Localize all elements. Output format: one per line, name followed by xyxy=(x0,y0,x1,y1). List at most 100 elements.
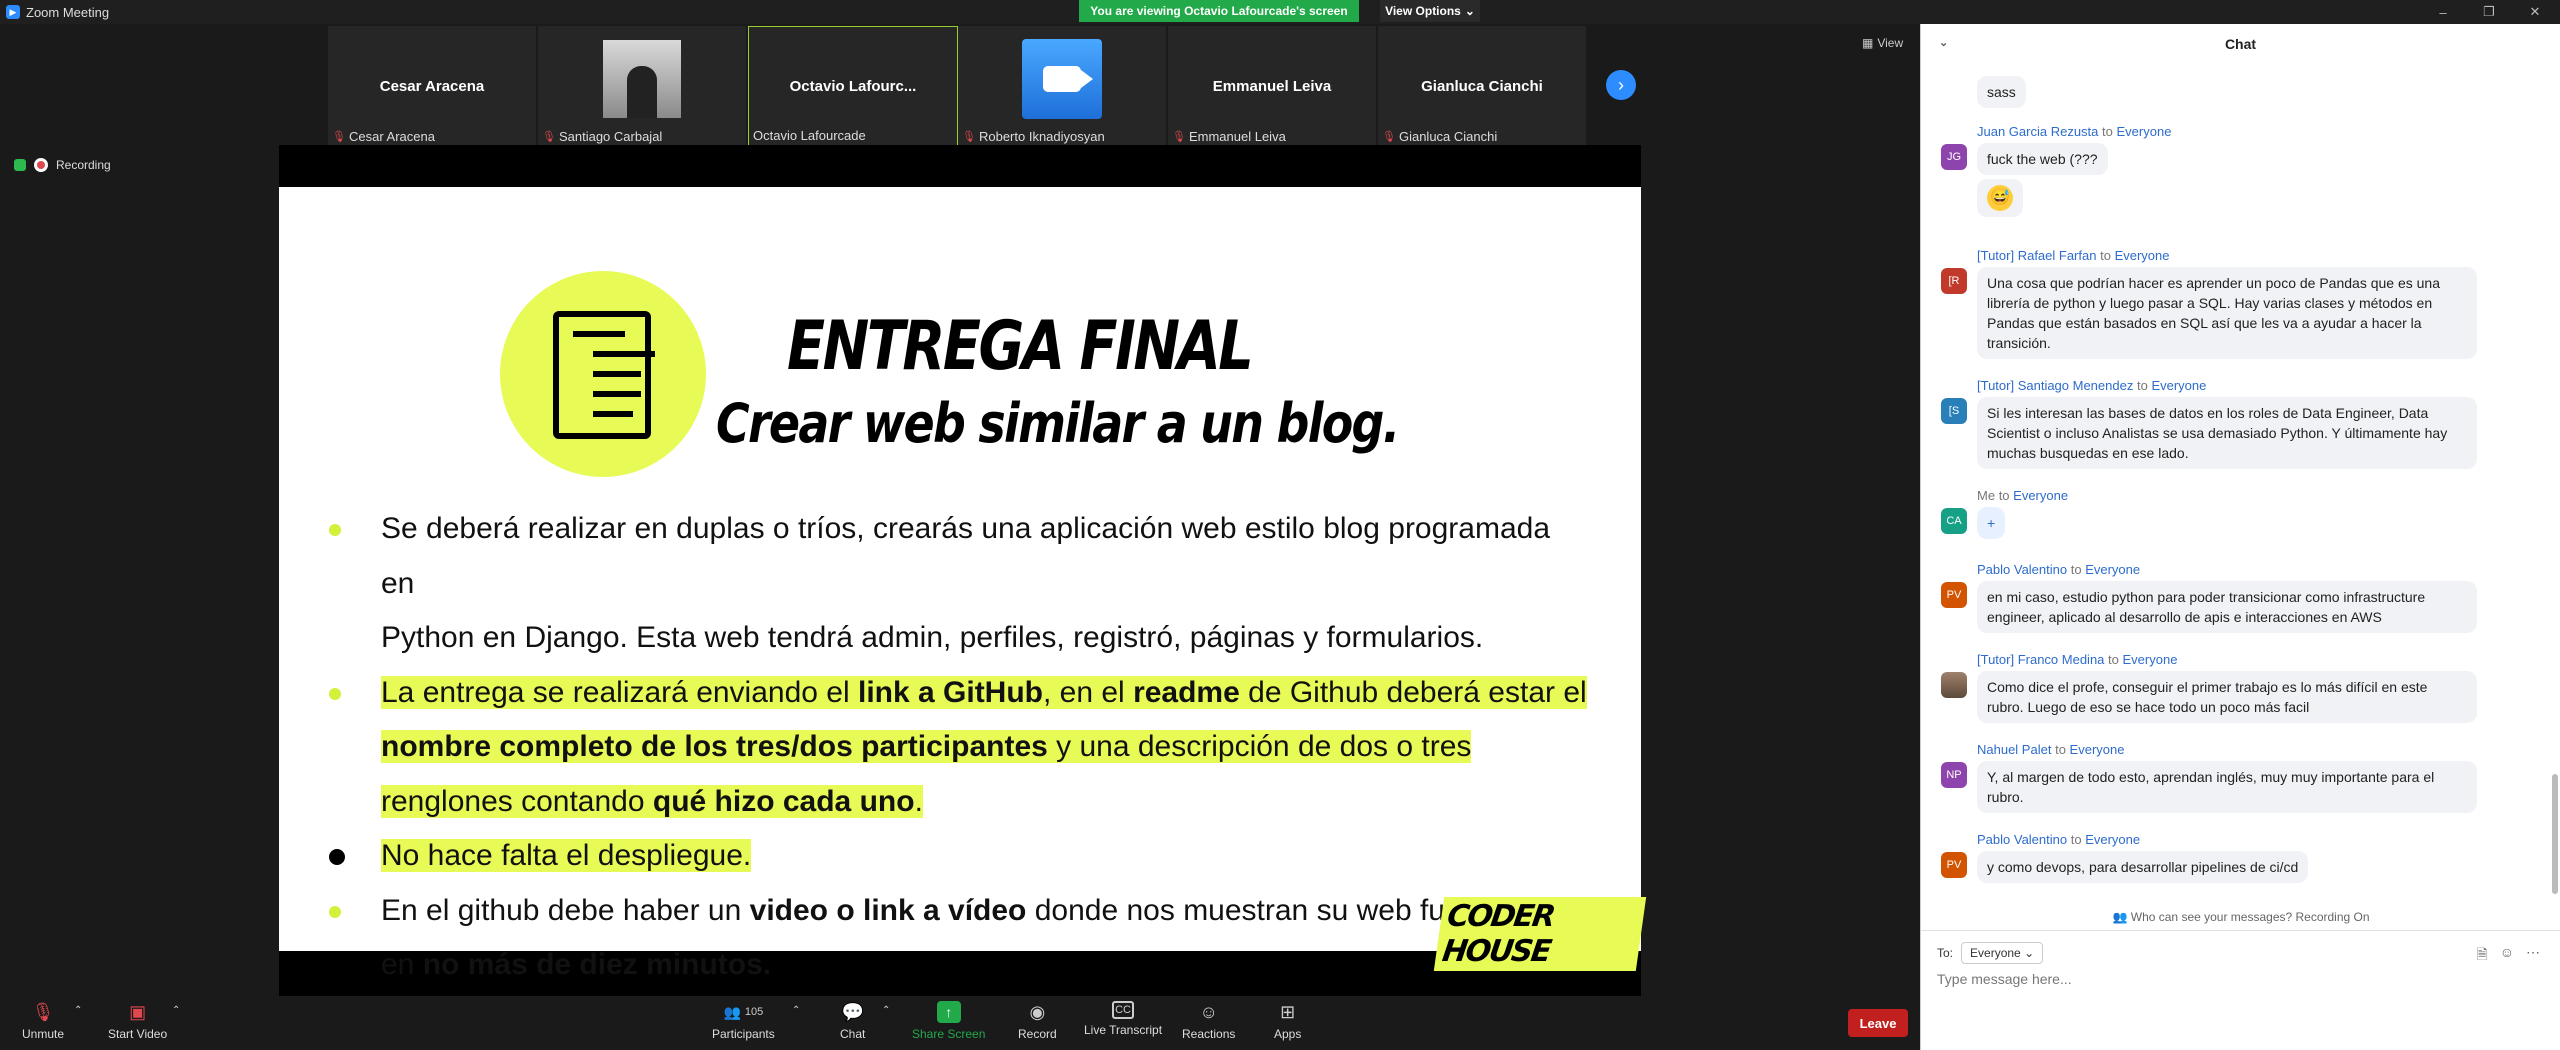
chat-message: Pablo Valentino to Everyone PV en mi cas… xyxy=(1937,562,2537,633)
unmute-button[interactable]: 🎙 Unmute xyxy=(22,1001,65,1042)
record-button[interactable]: ◉ Record xyxy=(1018,1001,1057,1042)
bullet-text: La entrega se realizará enviando el xyxy=(381,675,858,709)
more-icon[interactable]: ⋯ xyxy=(2526,944,2540,968)
participant-label: 🎙 Cesar Aracena xyxy=(332,129,435,144)
participant-tile-active[interactable]: Octavio Lafourc... Octavio Lafourcade xyxy=(748,26,958,146)
chevron-down-icon: ⌄ xyxy=(2024,946,2035,960)
to-word: to xyxy=(2070,832,2082,847)
to-word: to xyxy=(2108,652,2119,667)
avatar: [S xyxy=(1941,398,1967,424)
live-transcript-label: Live Transcript xyxy=(1084,1023,1163,1037)
message-sender: Juan Garcia Rezusta to Everyone xyxy=(1977,124,2537,139)
record-icon: ◉ xyxy=(1029,1001,1046,1022)
mic-muted-icon: 🎙 xyxy=(31,1001,55,1022)
chat-tools: 🗎 ☺ ⋯ xyxy=(2476,944,2540,968)
to-word: to xyxy=(1998,488,2010,503)
shared-screen: ENTREGA FINAL Crear web similar a un blo… xyxy=(279,145,1647,996)
restore-icon[interactable]: ❐ xyxy=(2466,0,2512,24)
unmute-label: Unmute xyxy=(22,1027,65,1041)
to-word: to xyxy=(2100,248,2111,263)
live-transcript-button[interactable]: CC Live Transcript xyxy=(1084,1001,1162,1037)
participant-name: Roberto Iknadiyosyan xyxy=(978,129,1105,144)
participant-tile[interactable]: Gianluca Cianchi 🎙 Gianluca Cianchi xyxy=(1378,26,1588,146)
avatar: NP xyxy=(1941,762,1967,788)
message-sender: Pablo Valentino to Everyone xyxy=(1977,562,2537,577)
participant-tile[interactable]: Cesar Aracena 🎙 Cesar Aracena xyxy=(328,26,538,146)
bullet-text: , en el xyxy=(1043,675,1134,709)
sender-name: Pablo Valentino xyxy=(1977,562,2068,577)
message-text: fuck the web (??? xyxy=(1977,143,2108,175)
recipient: Everyone xyxy=(2069,742,2125,757)
message-sender: Nahuel Palet to Everyone xyxy=(1977,742,2537,757)
participants-button[interactable]: 👥 105 Participants xyxy=(712,1001,775,1042)
bullet-text: renglones contando xyxy=(381,784,653,818)
chat-header: ⌄ Chat xyxy=(1921,24,2560,64)
view-label: View xyxy=(1877,36,1904,50)
participant-tile-name: Cesar Aracena xyxy=(379,77,485,95)
chevron-down-icon: ⌄ xyxy=(1464,4,1475,18)
share-screen-label: Share Screen xyxy=(912,1027,986,1041)
avatar: JG xyxy=(1941,144,1967,170)
emoji-icon[interactable]: ☺ xyxy=(2500,944,2514,968)
avatar: PV xyxy=(1941,582,1967,608)
mic-muted-icon: 🎙 xyxy=(332,131,346,143)
chevron-up-icon[interactable]: ⌃ xyxy=(74,1005,82,1016)
chevron-down-icon[interactable]: ⌄ xyxy=(1939,36,1948,49)
chat-messages: sass Juan Garcia Rezusta to Everyone JG … xyxy=(1921,64,2560,924)
view-button[interactable]: ▦ View xyxy=(1862,36,1903,50)
start-video-button[interactable]: ▣ Start Video xyxy=(108,1001,167,1042)
grinning-sweat-emoji-icon: 😅 xyxy=(1987,185,2013,211)
bullet-text: En el github debe haber un xyxy=(381,893,750,927)
participant-tile[interactable]: Emmanuel Leiva 🎙 Emmanuel Leiva xyxy=(1168,26,1378,146)
presentation-slide: ENTREGA FINAL Crear web similar a un blo… xyxy=(279,187,1647,981)
view-options-button[interactable]: View Options ⌄ xyxy=(1380,0,1480,22)
bullet-text: . xyxy=(914,784,923,818)
recording-indicator: Recording xyxy=(14,158,111,172)
sender-name: Me xyxy=(1977,488,1996,503)
privacy-text: Who can see your messages? Recording On xyxy=(2130,910,2370,924)
participant-strip: Cesar Aracena 🎙 Cesar Aracena 🎙 Santiago C… xyxy=(328,26,1588,146)
message-sender: [Tutor] Rafael Farfan to Everyone xyxy=(1977,248,2537,263)
share-screen-button[interactable]: ↑ Share Screen xyxy=(912,1001,985,1041)
apps-button[interactable]: ⊞ Apps xyxy=(1274,1001,1302,1042)
bullet-bold: no más de diez minutos. xyxy=(422,948,772,981)
chevron-up-icon[interactable]: ⌃ xyxy=(882,1005,890,1016)
chat-message: sass xyxy=(1937,72,2537,108)
recipient-row: To: Everyone ⌄ xyxy=(1937,942,2044,964)
meeting-area: Cesar Aracena 🎙 Cesar Aracena 🎙 Santiago C… xyxy=(0,24,1920,997)
viewing-banner: You are viewing Octavio Lafourcade's scr… xyxy=(1079,0,1359,22)
bullet-dot xyxy=(329,524,341,536)
share-screen-icon: ↑ xyxy=(936,1001,961,1023)
chevron-up-icon[interactable]: ⌃ xyxy=(792,1005,800,1016)
participant-tile[interactable]: 🎙 Roberto Iknadiyosyan xyxy=(958,26,1168,146)
leave-button[interactable]: Leave xyxy=(1848,1009,1908,1037)
message-sender: Me to Everyone xyxy=(1977,488,2537,503)
participant-tile[interactable]: 🎙 Santiago Carbajal xyxy=(538,26,748,146)
recipient: Everyone xyxy=(2085,562,2141,577)
close-icon[interactable]: ✕ xyxy=(2512,0,2558,24)
privacy-notice[interactable]: 👥 Who can see your messages? Recording O… xyxy=(1921,910,2560,924)
slide-bullets: Se deberá realizar en duplas o tríos, cr… xyxy=(329,502,1589,993)
recording-label: Recording xyxy=(56,158,111,172)
participant-label: 🎙 Gianluca Cianchi xyxy=(1382,129,1497,144)
minimize-icon[interactable]: – xyxy=(2420,0,2466,24)
record-icon xyxy=(34,158,48,172)
file-icon[interactable]: 🗎 xyxy=(2476,944,2487,968)
people-icon: 👥 xyxy=(2112,910,2128,924)
recipient-select[interactable]: Everyone ⌄ xyxy=(1961,942,2044,964)
to-word: to xyxy=(2102,124,2113,139)
participant-name: Cesar Aracena xyxy=(348,129,435,144)
chat-message-input[interactable] xyxy=(1937,968,2537,990)
apps-label: Apps xyxy=(1274,1027,1302,1041)
reactions-button[interactable]: ☺ Reactions xyxy=(1182,1001,1235,1042)
chevron-up-icon[interactable]: ⌃ xyxy=(172,1005,180,1016)
message-text: sass xyxy=(1977,76,2026,108)
mic-muted-icon: 🎙 xyxy=(1382,131,1396,143)
mic-muted-icon: 🎙 xyxy=(962,131,976,143)
window-title: Zoom Meeting xyxy=(26,4,110,20)
next-page-arrow-icon[interactable]: › xyxy=(1606,70,1636,100)
chat-button[interactable]: 💬 Chat xyxy=(840,1001,865,1042)
avatar: CA xyxy=(1941,508,1967,534)
to-word: to xyxy=(2055,742,2066,757)
chat-message: [Tutor] Santiago Menendez to Everyone [S… xyxy=(1937,378,2537,469)
